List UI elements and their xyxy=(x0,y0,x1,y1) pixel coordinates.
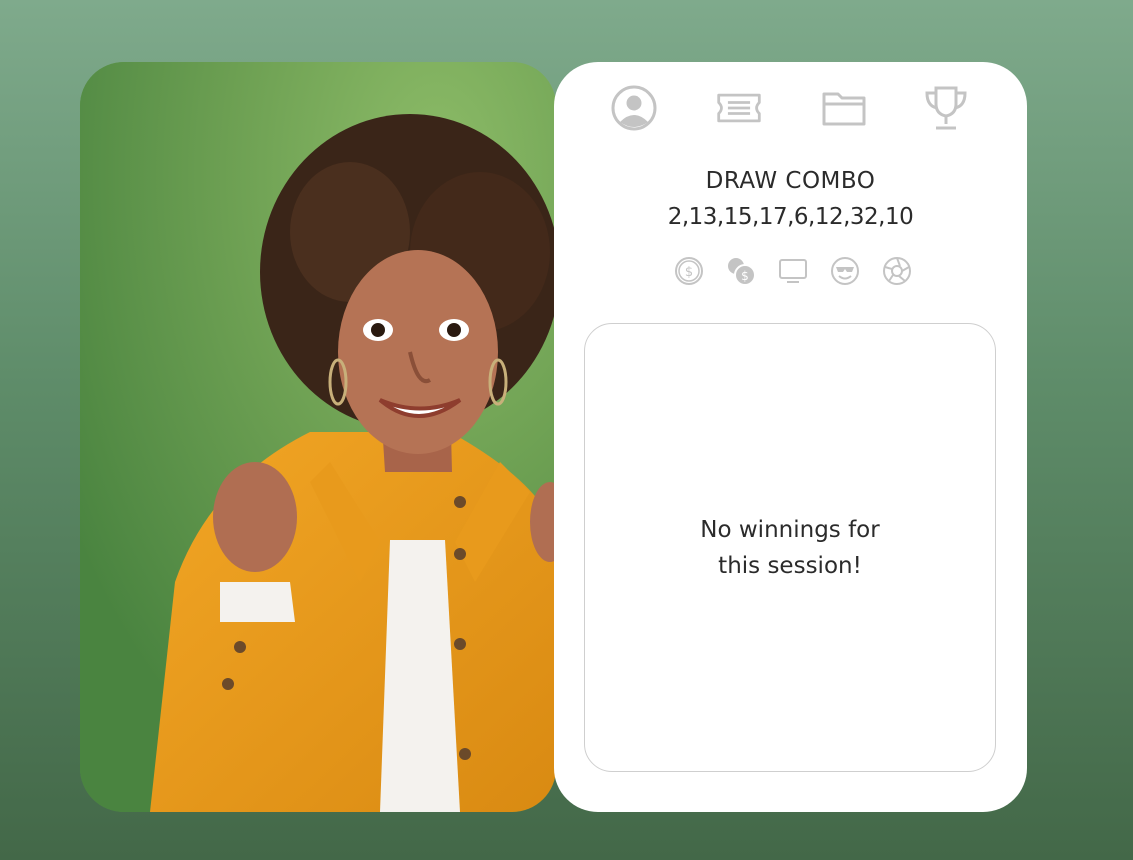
folder-icon xyxy=(822,92,866,126)
filter-aperture-button[interactable] xyxy=(880,254,914,288)
top-nav xyxy=(554,82,1027,134)
hero-photo xyxy=(80,62,556,812)
filter-bar: $ $ xyxy=(672,254,916,288)
dollar-coin-icon: $ xyxy=(675,257,703,285)
svg-text:$: $ xyxy=(741,269,749,283)
cool-face-icon xyxy=(831,257,859,285)
ticket-icon xyxy=(717,93,761,123)
excited-woman-illustration xyxy=(80,62,556,812)
draw-numbers: 2,13,15,17,6,12,32,10 xyxy=(667,204,914,230)
empty-winnings-message: No winnings for this session! xyxy=(700,516,880,579)
nav-folder-button[interactable] xyxy=(818,82,870,134)
filter-dollar-button[interactable]: $ xyxy=(672,254,706,288)
filter-coins-button[interactable]: $ xyxy=(724,254,758,288)
user-icon xyxy=(611,85,657,131)
svg-text:$: $ xyxy=(685,265,693,280)
nav-tickets-button[interactable] xyxy=(713,82,765,134)
filter-monitor-button[interactable] xyxy=(776,254,810,288)
coins-icon: $ xyxy=(728,258,756,286)
monitor-icon xyxy=(779,259,807,283)
winnings-panel: No winnings for this session! xyxy=(584,323,996,772)
nav-trophy-button[interactable] xyxy=(920,82,972,134)
nav-profile-button[interactable] xyxy=(608,82,660,134)
draw-card: DRAW COMBO 2,13,15,17,6,12,32,10 $ $ No … xyxy=(554,62,1027,812)
aperture-icon xyxy=(883,257,911,285)
trophy-icon xyxy=(925,86,967,130)
draw-title: DRAW COMBO xyxy=(705,168,876,194)
filter-cool-face-button[interactable] xyxy=(828,254,862,288)
